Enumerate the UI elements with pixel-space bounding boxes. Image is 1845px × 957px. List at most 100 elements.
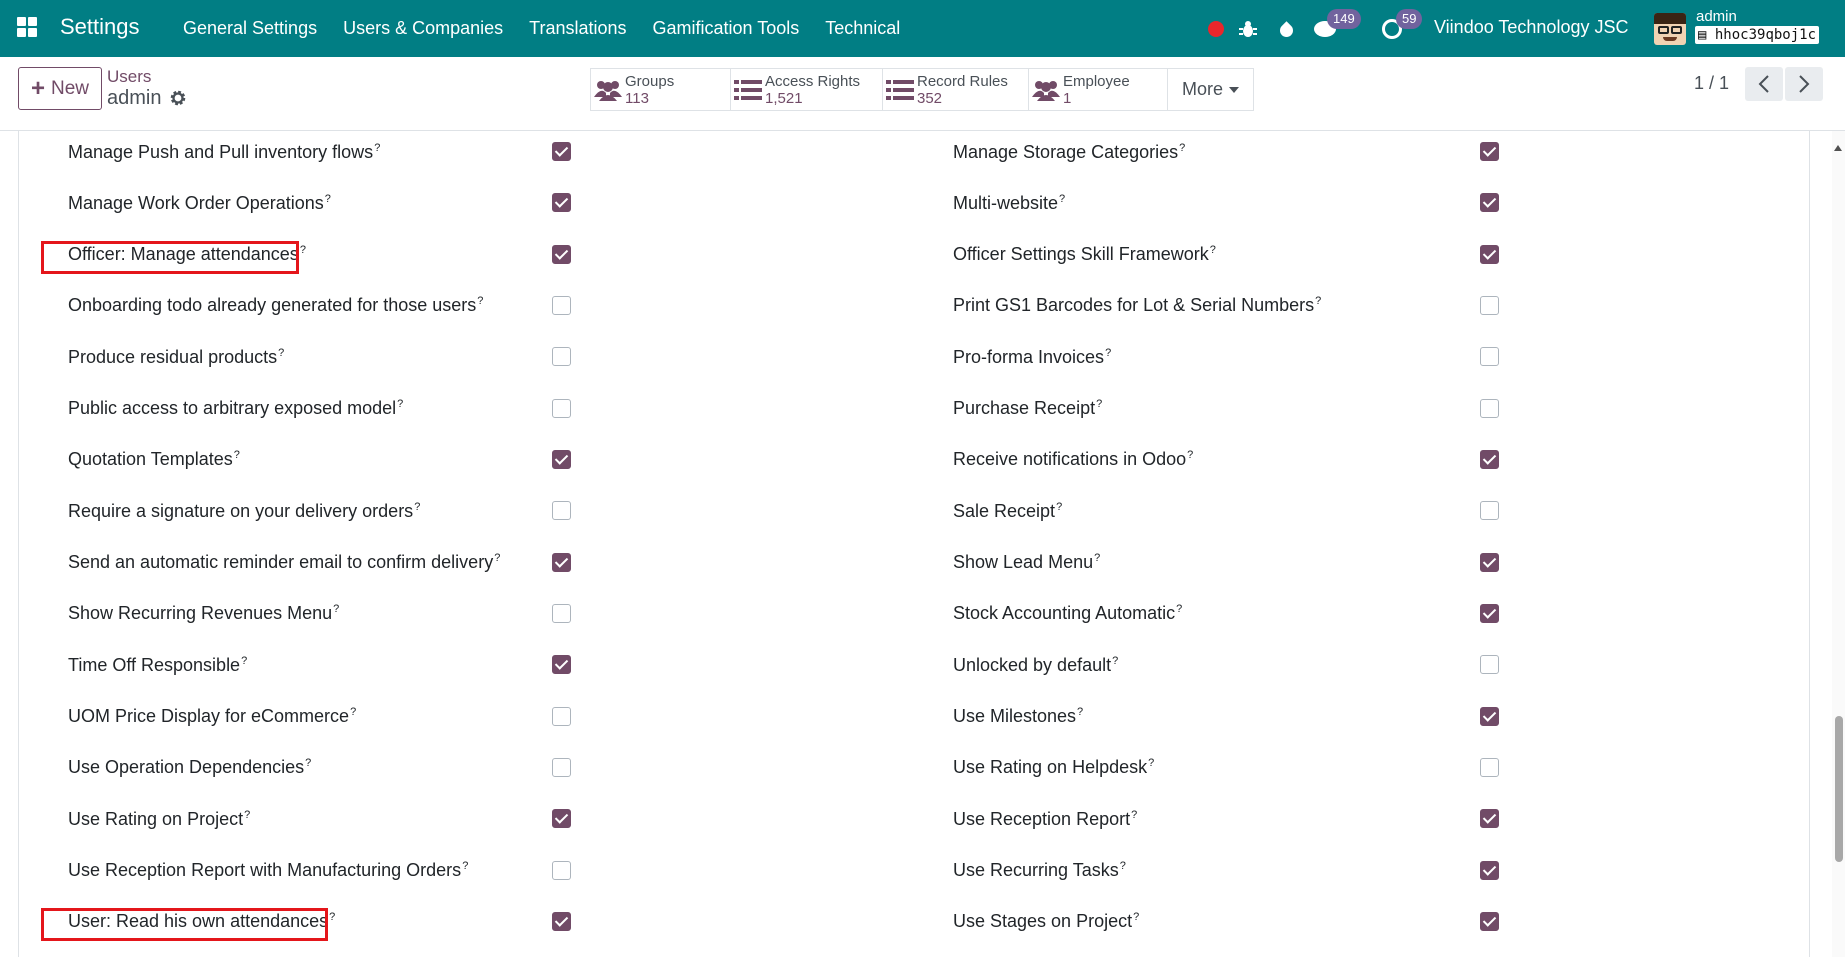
help-tooltip-icon[interactable]: ? [1148,757,1154,769]
access-right-checkbox[interactable] [1480,552,1499,572]
access-right-checkbox[interactable] [1480,193,1499,213]
company-switcher[interactable]: Viindoo Technology JSC [1434,17,1628,38]
access-right-checkbox[interactable] [552,552,571,572]
activities-clock-icon[interactable] [1379,0,1405,57]
access-right-checkbox[interactable] [552,706,571,726]
help-tooltip-icon[interactable]: ? [325,193,331,205]
help-tooltip-icon[interactable]: ? [1315,295,1321,307]
access-right-checkbox[interactable] [552,142,571,161]
help-tooltip-icon[interactable]: ? [414,501,420,513]
access-right-checkbox[interactable] [552,449,571,469]
help-tooltip-icon[interactable]: ? [241,655,247,667]
scroll-thumb[interactable] [1835,716,1843,862]
user-avatar[interactable] [1654,13,1686,45]
access-right-label: Use Operation Dependencies? [68,757,311,778]
access-right-checkbox[interactable] [552,244,571,264]
help-tooltip-icon[interactable]: ? [1096,398,1102,410]
help-tooltip-icon[interactable]: ? [244,809,250,821]
access-right-checkbox[interactable] [1480,603,1499,623]
access-right-checkbox[interactable] [552,501,571,521]
employee-smart-button[interactable]: Employee 1 [1029,68,1168,111]
access-right-checkbox[interactable] [1480,501,1499,521]
access-right-checkbox[interactable] [1480,809,1499,829]
app-name[interactable]: Settings [60,14,140,40]
access-right-checkbox[interactable] [552,347,571,367]
help-tooltip-icon[interactable]: ? [234,449,240,461]
access-right-checkbox[interactable] [1480,142,1499,161]
access-right-row: Use Rating on Project? [68,799,568,839]
apps-menu-icon[interactable] [17,17,37,37]
pager-value[interactable]: 1 / 1 [1694,73,1729,94]
access-right-checkbox[interactable] [552,295,571,315]
access-right-checkbox[interactable] [1480,757,1499,777]
access-rights-smart-button[interactable]: Access Rights 1,521 [731,68,883,111]
debug-bug-icon[interactable] [1236,0,1260,57]
access-right-checkbox[interactable] [552,911,571,931]
access-right-row: Use Milestones? [953,697,1513,737]
pager-previous-button[interactable] [1745,67,1783,101]
help-tooltip-icon[interactable]: ? [300,244,306,256]
help-tooltip-icon[interactable]: ? [397,398,403,410]
more-dropdown[interactable]: More [1168,68,1254,111]
access-right-checkbox[interactable] [1480,347,1499,367]
page-scrollbar[interactable] [1832,131,1845,957]
access-right-label: Onboarding todo already generated for th… [68,295,483,316]
help-tooltip-icon[interactable]: ? [1131,809,1137,821]
help-tooltip-icon[interactable]: ? [350,706,356,718]
help-tooltip-icon[interactable]: ? [1112,655,1118,667]
help-tooltip-icon[interactable]: ? [1059,193,1065,205]
scroll-up-arrow-icon[interactable] [1834,145,1842,151]
access-right-checkbox[interactable] [552,757,571,777]
pager-next-button[interactable] [1785,67,1823,101]
gear-icon[interactable] [169,89,187,107]
help-tooltip-icon[interactable]: ? [1176,603,1182,615]
help-tooltip-icon[interactable]: ? [1120,860,1126,872]
help-tooltip-icon[interactable]: ? [1179,142,1185,154]
breadcrumb-users[interactable]: Users [107,67,151,87]
menu-technical[interactable]: Technical [812,0,913,57]
access-right-checkbox[interactable] [1480,295,1499,315]
access-right-checkbox[interactable] [552,398,571,418]
menu-users-companies[interactable]: Users & Companies [330,0,516,57]
access-right-checkbox[interactable] [1480,706,1499,726]
help-tooltip-icon[interactable]: ? [494,552,500,564]
access-right-checkbox[interactable] [1480,655,1499,675]
help-tooltip-icon[interactable]: ? [329,911,335,923]
help-tooltip-icon[interactable]: ? [333,603,339,615]
user-menu-name[interactable]: admin [1696,8,1737,25]
access-right-checkbox[interactable] [552,603,571,623]
access-right-checkbox[interactable] [1480,860,1499,880]
menu-gamification-tools[interactable]: Gamification Tools [640,0,813,57]
help-tooltip-icon[interactable]: ? [1187,449,1193,461]
record-rules-smart-button[interactable]: Record Rules 352 [883,68,1029,111]
help-tooltip-icon[interactable]: ? [1056,501,1062,513]
help-tooltip-icon[interactable]: ? [374,142,380,154]
access-right-checkbox[interactable] [552,655,571,675]
access-right-checkbox[interactable] [1480,398,1499,418]
access-right-row: Manage Storage Categories? [953,132,1513,172]
access-right-checkbox[interactable] [552,193,571,213]
menu-translations[interactable]: Translations [516,0,639,57]
access-right-row: Pro-forma Invoices? [953,337,1513,377]
theme-drop-icon[interactable] [1274,0,1298,57]
access-right-checkbox[interactable] [1480,244,1499,264]
help-tooltip-icon[interactable]: ? [1133,911,1139,923]
groups-smart-button[interactable]: Groups 113 [590,68,731,111]
access-right-checkbox[interactable] [552,809,571,829]
help-tooltip-icon[interactable]: ? [1094,552,1100,564]
access-right-checkbox[interactable] [1480,449,1499,469]
menu-general-settings[interactable]: General Settings [170,0,330,57]
help-tooltip-icon[interactable]: ? [278,347,284,359]
access-right-row: Public access to arbitrary exposed model… [68,389,568,429]
new-button[interactable]: + New [18,67,102,110]
help-tooltip-icon[interactable]: ? [462,860,468,872]
record-indicator-icon[interactable] [1207,0,1225,57]
help-tooltip-icon[interactable]: ? [477,295,483,307]
access-right-row: UOM Price Display for eCommerce? [68,697,568,737]
help-tooltip-icon[interactable]: ? [1210,244,1216,256]
help-tooltip-icon[interactable]: ? [305,757,311,769]
help-tooltip-icon[interactable]: ? [1077,706,1083,718]
access-right-checkbox[interactable] [1480,911,1499,931]
access-right-checkbox[interactable] [552,860,571,880]
help-tooltip-icon[interactable]: ? [1105,347,1111,359]
